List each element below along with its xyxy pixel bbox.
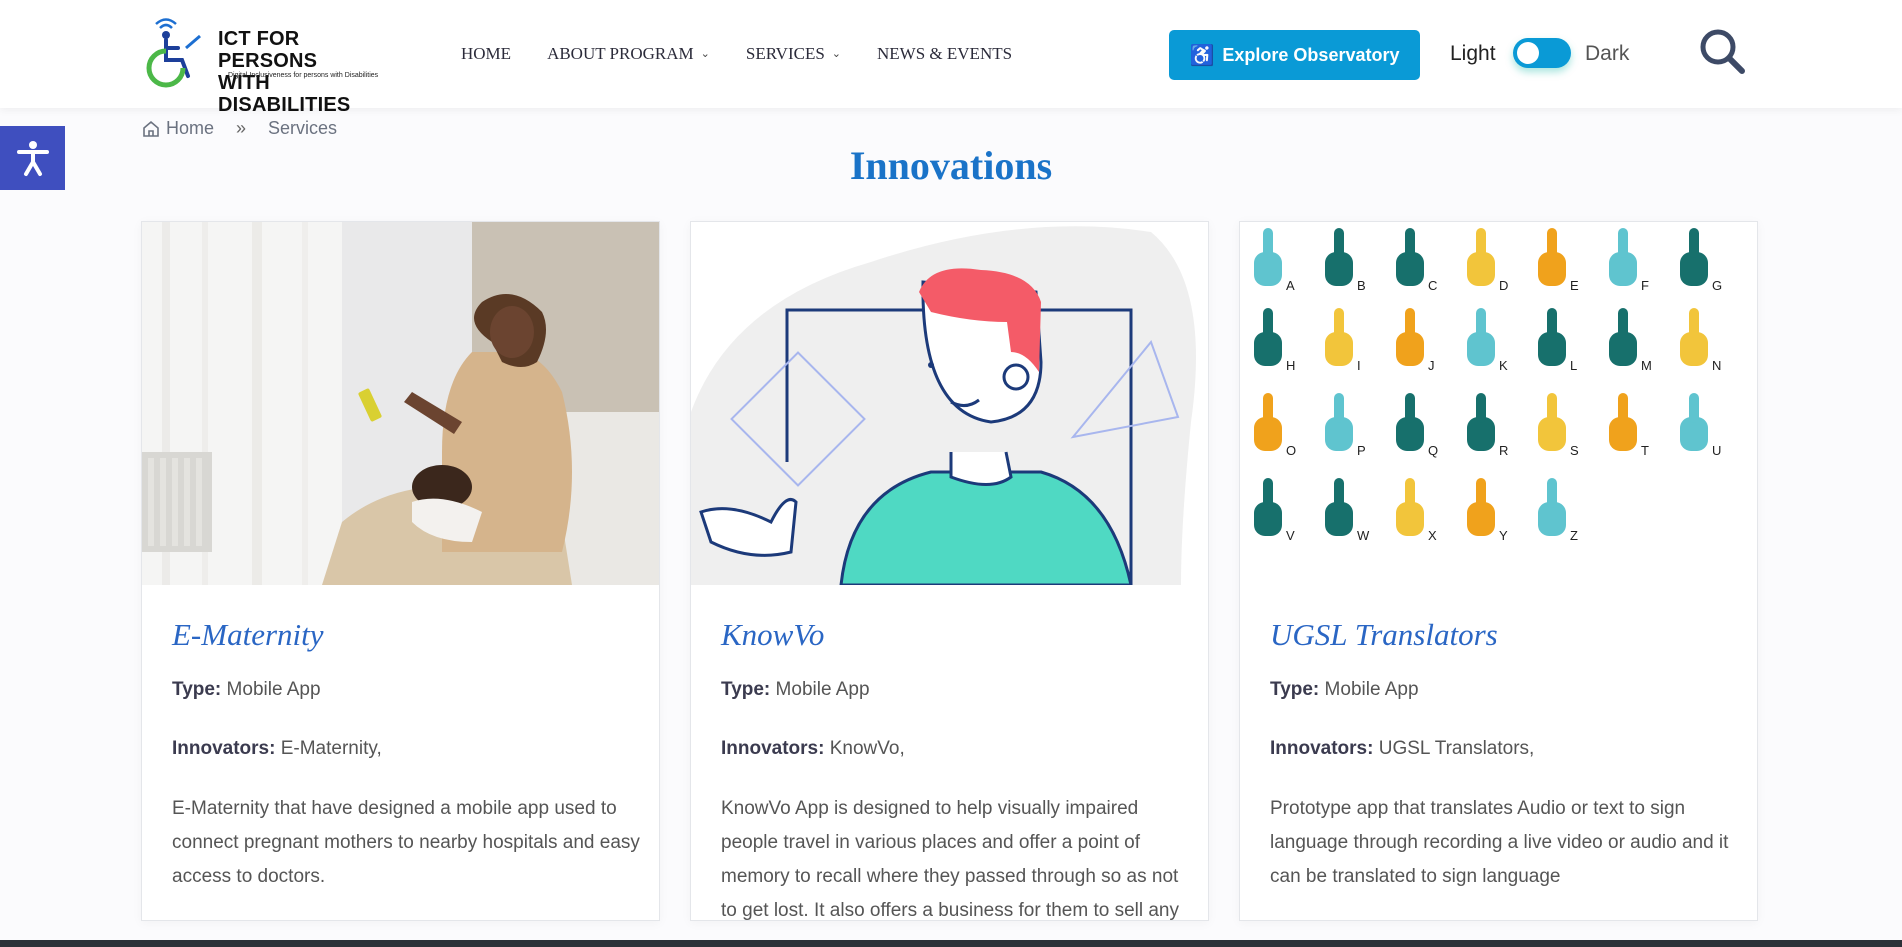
chevron-down-icon: ⌄	[700, 47, 710, 60]
nav-about-label: ABOUT PROGRAM	[547, 44, 694, 63]
chevron-down-icon: ⌄	[831, 47, 842, 60]
type-value: Mobile App	[226, 679, 321, 700]
sign-letter-label: K	[1499, 358, 1508, 373]
card-image-e-maternity	[142, 222, 659, 585]
sign-letter-label: V	[1286, 528, 1295, 543]
sign-language-chart: A B C D E F G H I J K L M N O P Q R S T U V W X Y Z	[1240, 222, 1757, 585]
sign-letter-label: E	[1570, 278, 1579, 293]
sign-letter-label: I	[1357, 358, 1361, 373]
sign-letter-label: F	[1641, 278, 1649, 293]
innovators-value: KnowVo,	[829, 738, 905, 759]
theme-dark-label: Dark	[1585, 42, 1630, 65]
card-image-ugsl-translators: A B C D E F G H I J K L M N O P Q R S T U V W X Y Z	[1240, 222, 1757, 585]
page-title: Innovations	[849, 143, 1053, 188]
sign-letter-label: J	[1428, 358, 1435, 373]
innovators-label: Innovators:	[1270, 738, 1374, 759]
nav-about-program[interactable]: ABOUT PROGRAM ⌄	[547, 44, 710, 64]
sign-letter-label: W	[1357, 528, 1370, 543]
breadcrumb-separator: »	[236, 118, 247, 138]
theme-light-label: Light	[1450, 42, 1496, 65]
explore-observatory-button[interactable]: ♿ Explore Observatory	[1169, 30, 1420, 80]
innovators-value: E-Maternity,	[280, 738, 382, 759]
card-description: Prototype app that translates Audio or t…	[1270, 798, 1729, 887]
site-header: ICT FOR PERSONS WITH DISABILITIES Digita…	[0, 0, 1902, 116]
home-icon	[143, 120, 159, 137]
nav-services[interactable]: SERVICES ⌄	[746, 44, 841, 64]
sign-letter-label: Z	[1570, 528, 1578, 543]
breadcrumb-home[interactable]: Home	[166, 118, 214, 139]
nav-news-events[interactable]: NEWS & EVENTS	[877, 44, 1012, 64]
sign-letter-label: T	[1641, 443, 1649, 458]
logo-tagline: Digital Inclusiveness for persons with D…	[228, 72, 379, 79]
card-title[interactable]: E-Maternity	[172, 617, 324, 653]
sign-letter-label: P	[1357, 443, 1366, 458]
innovators-label: Innovators:	[172, 738, 276, 759]
sign-letter-label: R	[1499, 443, 1508, 458]
card-type: Type: Mobile App	[721, 679, 870, 701]
sign-letter-label: X	[1428, 528, 1437, 543]
sign-letter-label: L	[1570, 358, 1577, 373]
bottom-bar	[0, 940, 1902, 947]
type-label: Type:	[172, 679, 222, 700]
sign-letter-label: U	[1712, 443, 1721, 458]
card-title[interactable]: KnowVo	[721, 617, 824, 653]
wheelchair-logo-icon	[146, 18, 201, 88]
innovation-card-knowvo[interactable]: KnowVo Type: Mobile App Innovators: Know…	[690, 221, 1209, 921]
breadcrumb-current[interactable]: Services	[268, 118, 337, 139]
type-value: Mobile App	[1324, 679, 1419, 700]
theme-toggle[interactable]	[1513, 38, 1571, 68]
card-image-knowvo	[691, 222, 1208, 585]
type-value: Mobile App	[775, 679, 870, 700]
type-label: Type:	[721, 679, 771, 700]
breadcrumb: Home » Services	[142, 118, 337, 139]
sign-letter-label: A	[1286, 278, 1295, 293]
sign-letter-label: D	[1499, 278, 1508, 293]
card-title[interactable]: UGSL Translators	[1270, 617, 1498, 653]
card-type: Type: Mobile App	[1270, 679, 1419, 701]
card-innovators: Innovators: UGSL Translators,	[1270, 738, 1534, 760]
card-innovators: Innovators: KnowVo,	[721, 738, 905, 760]
card-innovators: Innovators: E-Maternity,	[172, 738, 382, 760]
card-description: KnowVo App is designed to help visually …	[721, 798, 1179, 921]
innovation-card-ugsl-translators[interactable]: A B C D E F G H I J K L M N O P Q R S T U V W X Y Z UGSL Translat…	[1239, 221, 1758, 921]
main-nav: HOME ABOUT PROGRAM ⌄ SERVICES ⌄ NEWS & EVE…	[461, 44, 1048, 64]
type-label: Type:	[1270, 679, 1320, 700]
card-description: E-Maternity that have designed a mobile …	[172, 798, 640, 887]
nav-home[interactable]: HOME	[461, 44, 511, 64]
sign-letter-label: M	[1641, 358, 1652, 373]
toggle-knob	[1517, 42, 1539, 64]
sign-letter-label: G	[1712, 278, 1722, 293]
sign-letter-label: B	[1357, 278, 1366, 293]
sign-letter-label: O	[1286, 443, 1296, 458]
innovators-label: Innovators:	[721, 738, 825, 759]
nav-home-label: HOME	[461, 44, 512, 63]
explore-observatory-label: Explore Observatory	[1222, 44, 1400, 65]
site-logo[interactable]: ICT FOR PERSONS WITH DISABILITIES Digita…	[142, 18, 398, 116]
search-icon[interactable]	[1697, 26, 1747, 76]
sign-letter-label: N	[1712, 358, 1721, 373]
wheelchair-icon: ♿	[1189, 44, 1215, 67]
sign-letter-label: S	[1570, 443, 1579, 458]
innovation-card-e-maternity[interactable]: E-Maternity Type: Mobile App Innovators:…	[141, 221, 660, 921]
nav-news-label: NEWS & EVENTS	[877, 44, 1013, 63]
sign-letter-label: C	[1428, 278, 1437, 293]
sign-letter-label: Y	[1499, 528, 1508, 543]
card-type: Type: Mobile App	[172, 679, 321, 701]
sign-letter-label: Q	[1428, 443, 1438, 458]
logo-title-line1: ICT FOR PERSONS	[218, 28, 318, 72]
nav-services-label: SERVICES	[745, 44, 825, 63]
sign-letter-label: H	[1286, 358, 1295, 373]
innovators-value: UGSL Translators,	[1378, 738, 1535, 759]
